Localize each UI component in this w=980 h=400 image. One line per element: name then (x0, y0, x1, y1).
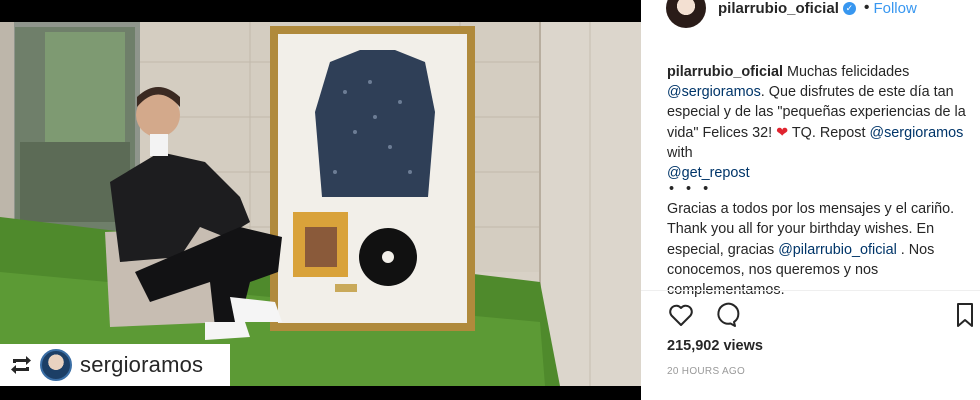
repost-tag[interactable]: sergioramos (0, 344, 230, 386)
repost-arrows-icon (11, 356, 31, 374)
post-side-panel: pilarrubio_oficial ✓ • Follow pilarrubio… (641, 0, 980, 400)
mention-sergioramos[interactable]: @sergioramos (667, 84, 761, 100)
post-timestamp[interactable]: 20 HOURS AGO (667, 366, 745, 377)
video-still (0, 22, 641, 386)
post-header: pilarrubio_oficial ✓ • Follow (666, 0, 917, 28)
comment-bubble-icon[interactable] (710, 300, 740, 330)
caption-text-3: TQ. Repost (788, 124, 870, 141)
caption-text-4: with (667, 144, 693, 161)
caption-username[interactable]: pilarrubio_oficial (667, 64, 783, 80)
post-media[interactable]: sergioramos (0, 0, 641, 400)
reposted-user-avatar[interactable] (40, 349, 72, 381)
actions-divider (641, 290, 980, 291)
author-avatar[interactable] (666, 0, 706, 28)
caption-dots: • • • (669, 181, 713, 198)
reposted-username[interactable]: sergioramos (80, 352, 203, 378)
bookmark-icon[interactable] (950, 300, 980, 330)
mention-get-repost[interactable]: @get_repost (667, 165, 750, 181)
follow-button[interactable]: Follow (873, 0, 916, 17)
post-actions (666, 300, 976, 330)
author-username[interactable]: pilarrubio_oficial (718, 0, 839, 17)
post-caption: pilarrubio_oficial Muchas felicidades @s… (667, 62, 967, 300)
heart-emoji: ❤ (776, 124, 789, 141)
video-frame[interactable] (0, 22, 641, 386)
mention-sergioramos-2[interactable]: @sergioramos (869, 125, 963, 141)
header-separator: • (863, 0, 870, 16)
views-count[interactable]: 215,902 views (667, 338, 763, 354)
caption-text-1: Muchas felicidades (782, 64, 910, 80)
caption-paragraph-2: Gracias a todos por los mensajes y el ca… (667, 199, 967, 300)
mention-pilarrubio[interactable]: @pilarrubio_oficial (778, 242, 897, 258)
verified-badge-icon: ✓ (842, 1, 856, 15)
heart-outline-icon[interactable] (666, 300, 696, 330)
caption-paragraph-1: pilarrubio_oficial Muchas felicidades @s… (667, 62, 967, 183)
